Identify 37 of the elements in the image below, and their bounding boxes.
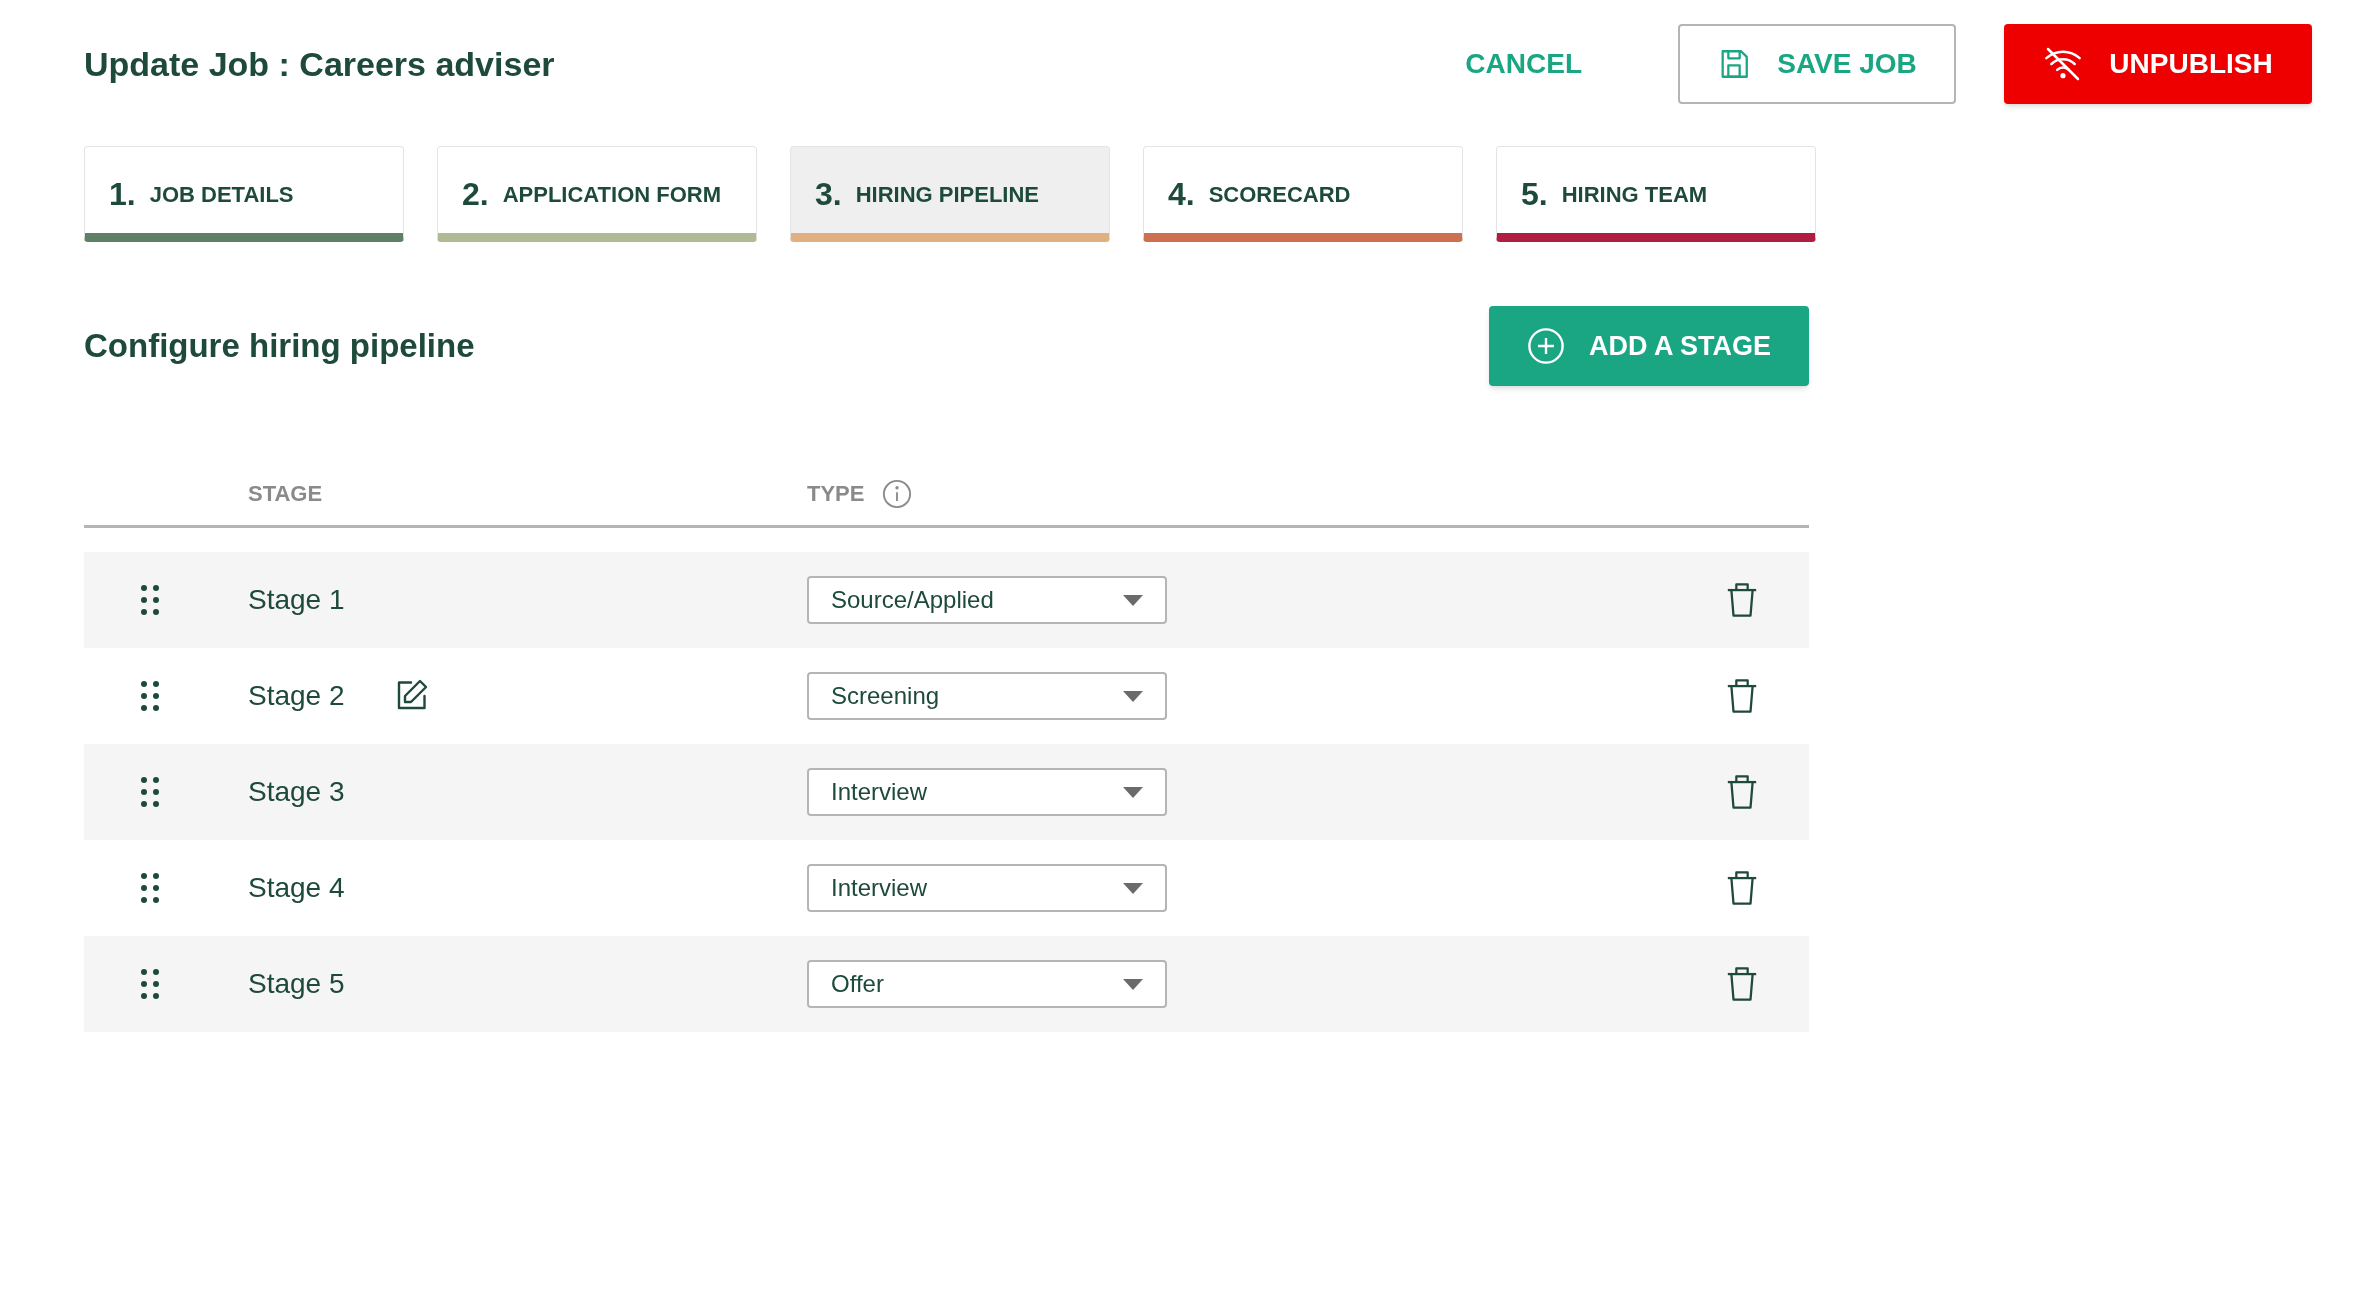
- dropdown-caret-icon: [1123, 978, 1143, 990]
- stage-name: Stage 2: [248, 679, 345, 713]
- section-title: Configure hiring pipeline: [84, 326, 475, 367]
- type-dropdown[interactable]: Screening: [807, 672, 1167, 720]
- drag-handle-icon[interactable]: [140, 968, 160, 1000]
- type-dropdown[interactable]: Offer: [807, 960, 1167, 1008]
- trash-icon[interactable]: [1725, 869, 1759, 907]
- dropdown-caret-icon: [1123, 594, 1143, 606]
- column-header: TYPE: [807, 480, 865, 508]
- trash-icon[interactable]: [1725, 581, 1759, 619]
- info-icon[interactable]: [882, 478, 913, 509]
- drag-handle-icon[interactable]: [140, 584, 160, 616]
- stage-name: Stage 1: [248, 583, 345, 617]
- step-tab[interactable]: 3. HIRING PIPELINE: [790, 146, 1110, 242]
- page-title: Update Job : Careers adviser: [84, 43, 556, 85]
- plus-circle-icon: [1527, 327, 1565, 365]
- drag-handle-icon[interactable]: [140, 680, 160, 712]
- type-dropdown[interactable]: Interview: [807, 864, 1167, 912]
- trash-icon[interactable]: [1725, 677, 1759, 715]
- step-tab[interactable]: 5. HIRING TEAM: [1496, 146, 1816, 242]
- column-header: STAGE: [247, 480, 324, 508]
- type-dropdown[interactable]: Interview: [807, 768, 1167, 816]
- unpublish-button[interactable]: UNPUBLISH: [2004, 24, 2312, 104]
- dropdown-caret-icon: [1123, 786, 1143, 798]
- stage-name: Stage 5: [248, 967, 345, 1001]
- stage-name: Stage 3: [248, 775, 345, 809]
- drag-handle-icon[interactable]: [140, 872, 160, 904]
- step-tab[interactable]: 4. SCORECARD: [1143, 146, 1463, 242]
- trash-icon[interactable]: [1725, 965, 1759, 1003]
- stage-name: Stage 4: [248, 871, 345, 905]
- dropdown-caret-icon: [1123, 690, 1143, 702]
- step-tab[interactable]: 2. APPLICATION FORM: [437, 146, 757, 242]
- trash-icon[interactable]: [1725, 773, 1759, 811]
- step-tab[interactable]: 1. JOB DETAILS: [84, 146, 404, 242]
- dropdown-caret-icon: [1123, 882, 1143, 894]
- drag-handle-icon[interactable]: [140, 776, 160, 808]
- type-dropdown[interactable]: Source/Applied: [807, 576, 1167, 624]
